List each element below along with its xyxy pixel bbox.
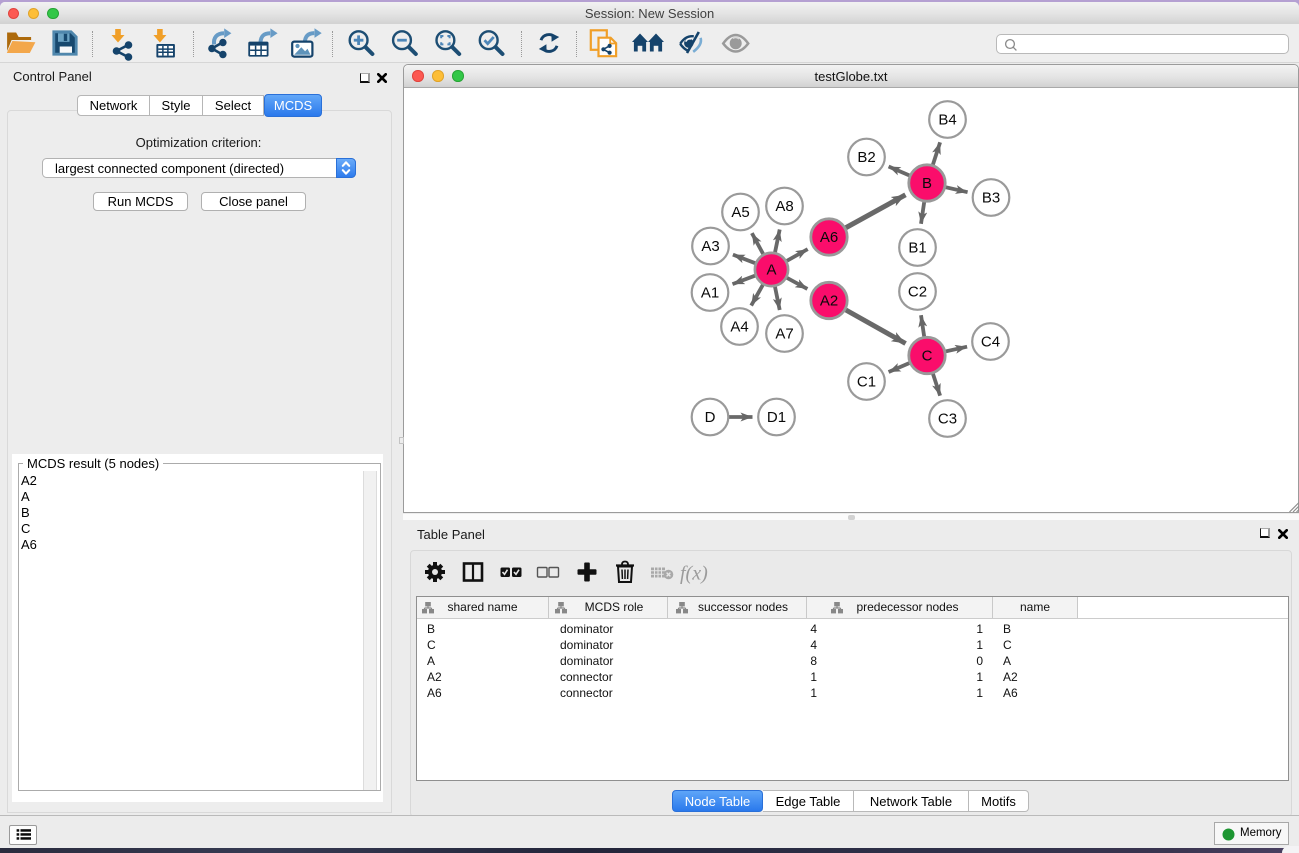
svg-text:C3: C3 <box>938 411 957 428</box>
svg-text:A6: A6 <box>820 229 838 246</box>
svg-text:B: B <box>922 175 932 192</box>
svg-text:A4: A4 <box>730 319 748 336</box>
svg-text:A5: A5 <box>731 204 749 221</box>
svg-text:A3: A3 <box>701 238 719 255</box>
svg-text:C2: C2 <box>908 284 927 301</box>
svg-text:A7: A7 <box>775 326 793 343</box>
svg-text:D1: D1 <box>767 409 786 426</box>
svg-text:B3: B3 <box>982 190 1000 207</box>
svg-text:f(x): f(x) <box>680 563 708 585</box>
svg-text:D: D <box>705 409 716 426</box>
svg-text:B4: B4 <box>938 112 956 129</box>
svg-text:A8: A8 <box>775 198 793 215</box>
svg-text:B2: B2 <box>857 149 875 166</box>
svg-text:A1: A1 <box>701 285 719 302</box>
svg-text:C: C <box>922 348 933 365</box>
svg-text:B1: B1 <box>908 240 926 257</box>
svg-text:A2: A2 <box>820 293 838 310</box>
svg-text:C1: C1 <box>857 374 876 391</box>
svg-text:A: A <box>766 262 776 279</box>
svg-text:C4: C4 <box>981 334 1000 351</box>
